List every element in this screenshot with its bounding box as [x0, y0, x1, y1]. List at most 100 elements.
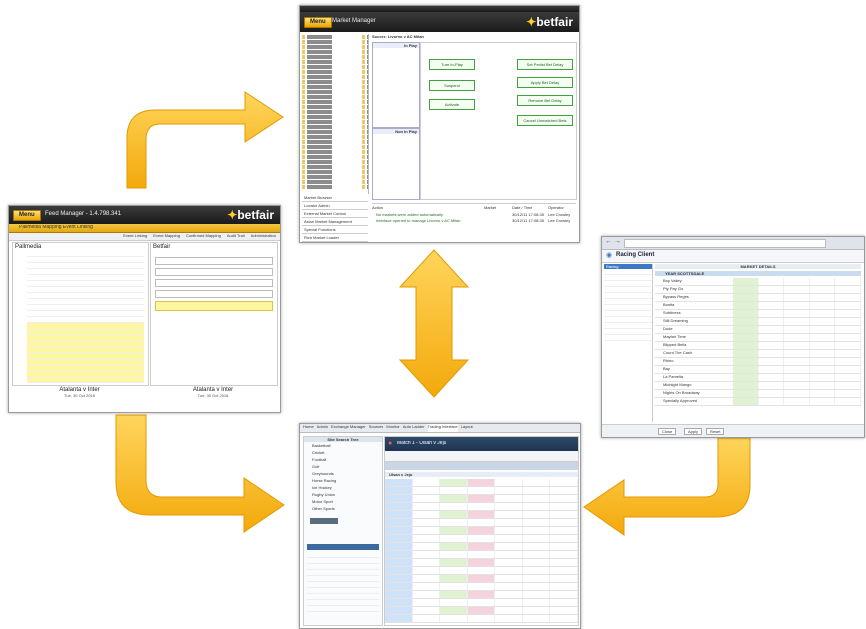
market-manager-screenshot: Menu Market Manager ✦betfair Market Brow…: [299, 5, 580, 243]
left-menu: Market Browser Locator Admin External Ma…: [302, 194, 368, 242]
tab-monitor[interactable]: Monitor: [386, 424, 399, 432]
section-title: Pallmedia Mapping Event Linking: [19, 225, 93, 230]
log-col-datetime: Date / Time: [512, 205, 533, 210]
tab-event-mapping[interactable]: Event Mapping: [153, 233, 180, 240]
apply-bet-delay-button[interactable]: Apply Bet Delay: [517, 77, 573, 88]
activate-button[interactable]: Activate: [429, 99, 475, 110]
log-col-market: Market: [484, 205, 497, 210]
tab-confirmed-mapping[interactable]: Confirmed Mapping: [186, 233, 221, 240]
pallmedia-header: Pallmedia: [15, 244, 42, 250]
tab-home[interactable]: Home: [303, 424, 314, 432]
runner-name: Pty Pay Go: [663, 286, 684, 291]
list-item[interactable]: [604, 335, 652, 341]
sport-item-basketball[interactable]: Basketball: [304, 442, 382, 449]
sport-item-greyhounds[interactable]: Greyhounds: [304, 470, 382, 477]
reset-button[interactable]: Reset: [706, 428, 725, 435]
set-bet-delay-button[interactable]: Set Perlist Bet Delay: [517, 59, 573, 70]
list-item[interactable]: [307, 606, 379, 612]
market-details: MARKET DETAILS YEAR SCOTTSDALE Boy Valle…: [655, 264, 861, 422]
tab-administration[interactable]: Administration: [251, 233, 276, 240]
betfair-panel: Betfair: [150, 242, 278, 386]
runner-name: Dude: [663, 326, 673, 331]
tab-admin[interactable]: Admin: [317, 424, 328, 432]
app-title: Feed Manager - 1.4.798.341: [45, 211, 122, 217]
trading-interface-screenshot: Home Admin Exchange Manager Sources Moni…: [299, 423, 581, 629]
non-in-play-label: Non In Play: [373, 129, 419, 134]
arrow-right-to-bottom: [583, 437, 751, 536]
tab-layout[interactable]: Layout: [461, 424, 473, 432]
filter-field[interactable]: [155, 290, 273, 298]
market-details-header: MARKET DETAILS: [655, 264, 861, 269]
sport-item-football[interactable]: Football: [304, 456, 382, 463]
search-button[interactable]: [310, 518, 338, 524]
sport-item-rugby-union[interactable]: Rugby Union: [304, 491, 382, 498]
runner-name: La Pamelia: [663, 374, 684, 379]
runner-name: Blipped Bella: [663, 342, 687, 347]
betfair-logo: ✦betfair: [227, 208, 274, 222]
runner-name: Nights On Broadway: [663, 390, 700, 395]
arrow-left-to-bottom: [115, 414, 285, 533]
menu-item-external-market[interactable]: External Market Control: [302, 210, 368, 218]
sport-item-motor-sport[interactable]: Motor Sport: [304, 498, 382, 505]
control-panel: Turn In-Play Suspend Activate Set Perlis…: [420, 42, 577, 200]
app-header: ◉ Racing Client: [602, 250, 864, 263]
sport-item-other-sports[interactable]: Other Sports: [304, 505, 382, 512]
filter-field[interactable]: [155, 279, 273, 287]
runner-name: Bonita: [663, 302, 675, 307]
tab-event-linking[interactable]: Event Linking: [123, 233, 147, 240]
cancel-unmatched-button[interactable]: Cancel Unmatched Bets: [517, 115, 573, 126]
log-col-action: Action: [372, 205, 384, 210]
sport-item-horse-racing[interactable]: Horse Racing: [304, 477, 382, 484]
filter-field[interactable]: [155, 268, 273, 276]
log-row-operator: Lee Crowley: [548, 212, 571, 217]
tab-audit-trail[interactable]: Audit Trail: [227, 233, 245, 240]
tab-sources[interactable]: Sources: [369, 424, 384, 432]
non-in-play-panel: Non In Play: [372, 128, 420, 200]
footer-bar: Close Apply Reset: [602, 424, 864, 437]
columns-header: [385, 462, 578, 470]
tab-auto-ladder[interactable]: Auto Ladder: [403, 424, 425, 432]
racing-icon: ◉: [606, 252, 613, 259]
app-header: Menu Market Manager ✦betfair: [300, 12, 579, 32]
apply-button[interactable]: Apply: [684, 428, 703, 435]
list-item[interactable]: [27, 377, 144, 383]
selected-pallmedia-event: Atalanta v Inter Tue, 30 Oct 2018: [12, 387, 147, 398]
menu-item-asian-market[interactable]: Asian Market Management: [302, 218, 368, 226]
filter-field[interactable]: [155, 257, 273, 265]
menu-button[interactable]: Menu: [13, 210, 41, 221]
runner-name: Mayfair Time: [663, 334, 686, 339]
menu-item-market-browser[interactable]: Market Browser: [302, 194, 368, 202]
remove-bet-delay-button[interactable]: Remove Bet Delay: [517, 95, 573, 106]
menu-item-special-functions[interactable]: Special Functions: [302, 226, 368, 234]
arrow-top-bottom: [398, 249, 470, 398]
site-search-tree: Site Search Tree Basketball Cricket Foot…: [303, 436, 383, 626]
in-play-label: In Play: [373, 43, 419, 48]
feed-manager-screenshot: Menu Feed Manager - 1.4.798.341 ✦betfair…: [8, 205, 281, 413]
turn-in-play-button[interactable]: Turn In-Play: [429, 59, 475, 70]
url-bar[interactable]: betfaircareers.co.uk/racing.jsp: [624, 239, 826, 254]
betfair-header: Betfair: [153, 244, 171, 250]
close-button[interactable]: Close: [658, 428, 677, 435]
suspend-button[interactable]: Suspend: [429, 80, 475, 91]
event-tree[interactable]: [302, 34, 369, 194]
sport-item-cricket[interactable]: Cricket: [304, 449, 382, 456]
results-header: [307, 544, 379, 550]
runner-name: Rhino: [663, 358, 674, 363]
menu-item-locator-admin[interactable]: Locator Admin: [302, 202, 368, 210]
runner-name: Count The Cash: [663, 350, 693, 355]
pallmedia-list[interactable]: Pallmedia: [12, 242, 149, 386]
log-row-action: No markets were added automatically: [376, 212, 443, 217]
back-icon[interactable]: ←: [605, 238, 612, 245]
forward-icon[interactable]: →: [614, 238, 621, 245]
sport-item-golf[interactable]: Golf: [304, 463, 382, 470]
sport-item-ice-hockey[interactable]: Ice Hockey: [304, 484, 382, 491]
menu-item-rich-market[interactable]: Rich Market Loader: [302, 234, 368, 242]
event-rows: [13, 251, 148, 383]
selected-event-field[interactable]: [155, 301, 273, 311]
log-row-time: 30/12/11 17:08:35: [512, 218, 544, 223]
menu-button[interactable]: Menu: [304, 17, 332, 28]
market-grid: [385, 479, 579, 623]
runner-name: Bypass Reges: [663, 294, 689, 299]
tab-exchange-manager[interactable]: Exchange Manager: [331, 424, 366, 432]
tab-trading-interface[interactable]: Trading Interface: [427, 424, 458, 432]
